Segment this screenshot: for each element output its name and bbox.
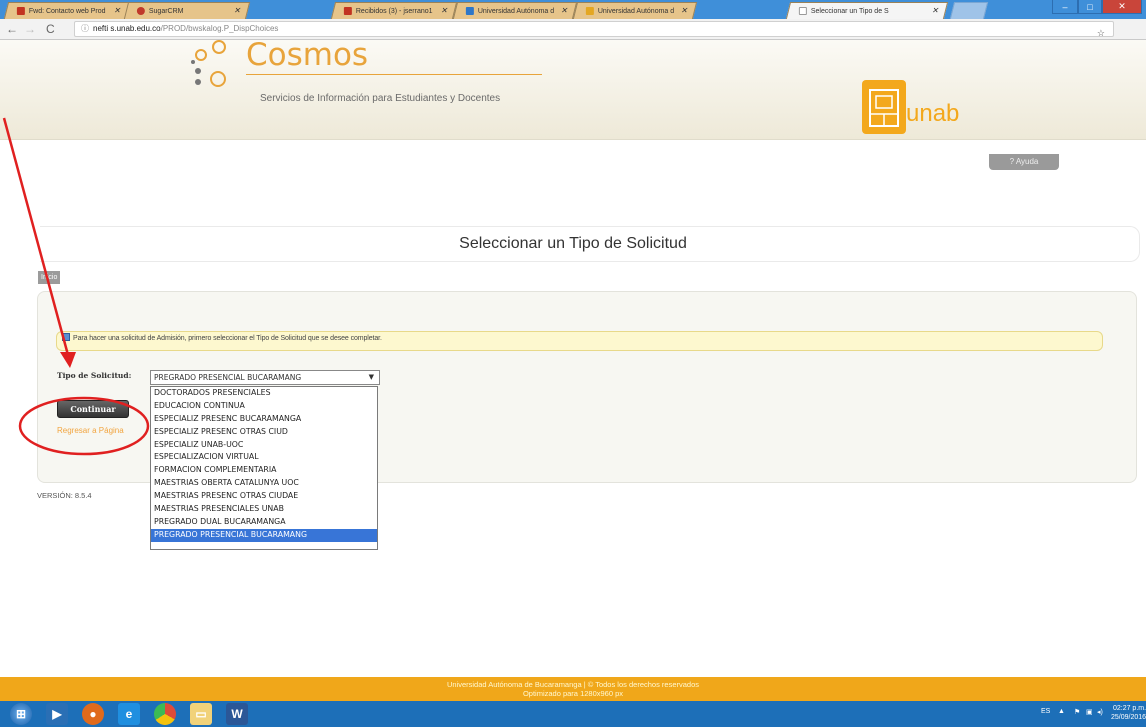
calendar-icon <box>585 7 594 15</box>
footer-optimized: Optimizado para 1280x960 px <box>522 689 624 698</box>
info-icon <box>62 333 70 341</box>
info-message: Para hacer una solicitud de Admisión, pr… <box>73 335 382 342</box>
url-input[interactable]: ⓘ nefti s.unab.edu.co/PROD/bwskalog.P_Dis… <box>74 21 1114 40</box>
dropdown-option[interactable]: PREGRADO DUAL BUCARAMANGA <box>151 516 377 529</box>
word-icon[interactable]: W <box>226 703 248 725</box>
calendar-icon <box>465 7 474 15</box>
dropdown-option[interactable]: MAESTRIAS OBERTA CATALUNYA UOC <box>151 477 377 490</box>
browser-tab[interactable]: Fwd: Contacto web Prod ✕ <box>3 2 131 19</box>
forward-arrow-icon[interactable]: → <box>24 22 36 36</box>
taskbar-clock[interactable]: 02:27 p.m. 25/09/2016 <box>1111 704 1146 722</box>
page-title: Seleccionar un Tipo de Solicitud <box>459 235 687 252</box>
browser-tab[interactable]: SugarCRM ✕ <box>123 2 251 19</box>
browser-tab-active[interactable]: Seleccionar un Tipo de S ✕ <box>785 2 949 19</box>
footer-copyright: Universidad Autónoma de Bucaramanga | © … <box>446 680 700 689</box>
request-type-select[interactable]: PREGRADO PRESENCIAL BUCARAMANG ▼ <box>150 370 380 385</box>
dropdown-option[interactable]: FORMACION COMPLEMENTARIA <box>151 464 377 477</box>
dropdown-option[interactable]: ESPECIALIZ PRESENC BUCARAMANGA <box>151 413 377 426</box>
dropdown-option[interactable]: MAESTRIAS PRESENCIALES UNAB <box>151 503 377 516</box>
gmail-icon <box>343 7 352 15</box>
unab-logo-text: unab <box>906 100 960 127</box>
screenshot-root: Fwd: Contacto web Prod ✕ SugarCRM ✕ Reci… <box>0 0 1146 727</box>
dropdown-option[interactable]: ESPECIALIZACION VIRTUAL <box>151 451 377 464</box>
maximize-icon[interactable]: □ <box>1078 0 1102 14</box>
reload-icon[interactable]: C <box>46 22 55 36</box>
language-indicator[interactable]: ES <box>1041 708 1050 715</box>
firefox-icon[interactable]: ● <box>82 703 104 725</box>
info-icon[interactable]: ⓘ <box>81 24 89 33</box>
dropdown-option[interactable]: ESPECIALIZ UNAB-UOC <box>151 439 377 452</box>
browser-tab[interactable]: Recibidos (3) - jserrano1 ✕ <box>330 2 458 19</box>
show-hidden-icons-icon[interactable]: ▲ <box>1058 708 1065 715</box>
home-link[interactable]: Inicio <box>38 271 61 284</box>
dropdown-option[interactable]: DOCTORADOS PRESENCIALES <box>151 387 377 400</box>
minimize-icon[interactable]: – <box>1052 0 1078 14</box>
sugarcrm-icon <box>136 7 145 15</box>
request-type-selected-value: PREGRADO PRESENCIAL BUCARAMANG <box>154 373 302 382</box>
address-bar: ← → C ⓘ nefti s.unab.edu.co/PROD/bwskalog… <box>0 19 1146 40</box>
browser-tab[interactable]: Universidad Autónoma d ✕ <box>452 2 578 19</box>
internet-explorer-icon[interactable]: e <box>118 703 140 725</box>
request-type-label: Tipo de Solicitud: <box>57 371 132 380</box>
brand-underline <box>246 74 542 75</box>
file-explorer-icon[interactable]: ▭ <box>190 703 212 725</box>
dropdown-option[interactable]: EDUCACION CONTINUA <box>151 400 377 413</box>
start-button-icon[interactable]: ⊞ <box>10 703 32 725</box>
brand-tagline: Servicios de Información para Estudiante… <box>260 93 501 104</box>
unab-emblem-icon <box>862 80 906 134</box>
dropdown-option-selected[interactable]: PREGRADO PRESENCIAL BUCARAMANG <box>151 528 377 542</box>
dropdown-option[interactable]: ESPECIALIZ PRESENC OTRAS CIUD <box>151 426 377 439</box>
cosmos-logo-icon <box>191 40 226 87</box>
chrome-icon[interactable] <box>154 703 176 725</box>
continue-button[interactable]: Continuar <box>57 400 129 418</box>
bookmark-star-icon[interactable]: ☆ <box>1097 26 1105 40</box>
close-window-icon[interactable]: ✕ <box>1102 0 1142 14</box>
page-icon <box>798 7 807 15</box>
dropdown-option[interactable]: MAESTRIAS PRESENC OTRAS CIUDAE <box>151 490 377 503</box>
browser-tab[interactable]: Universidad Autónoma d ✕ <box>572 2 698 19</box>
site-footer: Universidad Autónoma de Bucaramanga | © … <box>0 677 1146 701</box>
clock-time: 02:27 p.m. <box>1112 705 1146 712</box>
volume-icon[interactable]: ◂) <box>1097 708 1103 716</box>
flag-icon[interactable]: ⚑ <box>1074 708 1080 716</box>
clock-date: 25/09/2016 <box>1111 714 1146 721</box>
version-label: VERSIÓN: 8.5.4 <box>37 491 92 500</box>
brand-name: Cosmos <box>246 37 369 73</box>
back-link[interactable]: Regresar a Página <box>57 426 150 435</box>
network-icon[interactable]: ▣ <box>1086 708 1093 716</box>
back-arrow-icon[interactable]: ← <box>6 22 18 36</box>
browser-tab-bar: Fwd: Contacto web Prod ✕ SugarCRM ✕ Reci… <box>0 0 1146 19</box>
new-tab-button[interactable] <box>949 2 989 19</box>
chevron-down-icon: ▼ <box>368 373 374 381</box>
media-player-icon[interactable]: ▶ <box>46 703 68 725</box>
site-header <box>0 40 1146 140</box>
help-button[interactable]: ? Ayuda <box>989 154 1059 170</box>
gmail-icon <box>16 7 25 15</box>
request-type-options: DOCTORADOS PRESENCIALES EDUCACION CONTIN… <box>150 386 378 550</box>
